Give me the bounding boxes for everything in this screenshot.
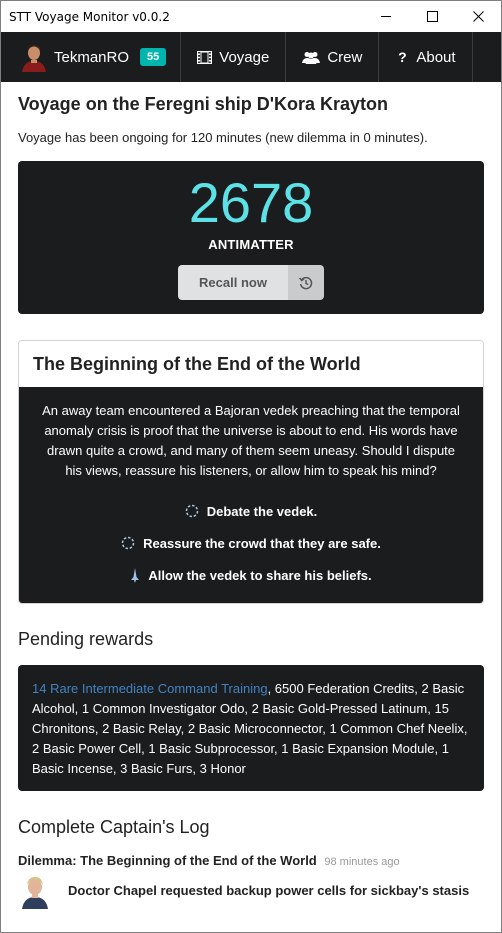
rewards-heading: Pending rewards	[18, 629, 154, 649]
choice-allow[interactable]: Allow the vedek to share his beliefs.	[37, 559, 465, 591]
dilemma-choices: Debate the vedek. Reassure the crowd tha…	[37, 495, 465, 591]
antimatter-label: ANTIMATTER	[208, 237, 294, 252]
nav-voyage-label: Voyage	[219, 48, 270, 66]
question-icon: ?	[398, 49, 407, 65]
choice-label: Reassure the crowd that they are safe.	[143, 535, 381, 551]
maximize-icon	[426, 11, 438, 22]
dilemma-title: The Beginning of the End of the World	[19, 341, 483, 387]
title-bar[interactable]: STT Voyage Monitor v0.0.2	[1, 1, 501, 32]
spinner-icon	[121, 536, 135, 550]
history-icon	[299, 276, 313, 289]
dilemma-card: The Beginning of the End of the World An…	[18, 340, 484, 604]
rewards-panel: 14 Rare Intermediate Command Training, 6…	[18, 665, 484, 791]
navbar: TekmanRO 55 Voyage Crew ? About	[1, 32, 501, 82]
minimize-icon	[380, 16, 391, 17]
nav-about[interactable]: ? About	[379, 32, 473, 82]
nav-crew[interactable]: Crew	[286, 32, 380, 82]
recall-button-group: Recall now	[178, 265, 324, 300]
voyage-status: Voyage has been ongoing for 120 minutes …	[18, 130, 428, 145]
log-entry: Doctor Chapel requested backup power cel…	[18, 875, 484, 909]
log-dilemma-time: 98 minutes ago	[324, 856, 400, 868]
minimize-button[interactable]	[363, 1, 409, 32]
maximize-button[interactable]	[409, 1, 455, 32]
log-heading: Complete Captain's Log	[18, 817, 210, 837]
log-dilemma: Dilemma: The Beginning of the End of the…	[18, 853, 484, 868]
choice-debate[interactable]: Debate the vedek.	[37, 495, 465, 527]
antimatter-panel: 2678 ANTIMATTER Recall now	[18, 161, 484, 314]
profile-menu[interactable]: TekmanRO 55	[1, 32, 182, 82]
voyage-heading: Voyage on the Feregni ship D'Kora Krayto…	[18, 94, 389, 114]
log-dilemma-title: Dilemma: The Beginning of the End of the…	[18, 853, 317, 868]
choice-label: Allow the vedek to share his beliefs.	[148, 567, 372, 583]
username: TekmanRO	[54, 48, 130, 66]
choice-reassure[interactable]: Reassure the crowd that they are safe.	[37, 527, 465, 559]
app-window: STT Voyage Monitor v0.0.2 TekmanRO 55 Vo…	[0, 0, 502, 933]
dilemma-body: An away team encountered a Bajoran vedek…	[19, 387, 483, 603]
users-icon	[302, 51, 321, 64]
film-icon	[197, 50, 213, 64]
dilemma-text: An away team encountered a Bajoran vedek…	[42, 403, 460, 478]
nav-about-label: About	[416, 48, 456, 66]
nav-voyage[interactable]: Voyage	[181, 32, 287, 82]
level-badge: 55	[140, 48, 167, 66]
close-icon	[472, 11, 484, 22]
reward-link[interactable]: 14 Rare Intermediate Command Training	[32, 681, 268, 696]
user-avatar	[19, 42, 49, 72]
recall-button[interactable]: Recall now	[178, 265, 288, 300]
spinner-icon	[185, 504, 199, 518]
choice-label: Debate the vedek.	[206, 503, 318, 519]
close-button[interactable]	[455, 1, 501, 32]
log-entry-text: Doctor Chapel requested backup power cel…	[68, 883, 470, 898]
crew-avatar	[20, 875, 50, 909]
recall-history-button[interactable]	[288, 265, 324, 300]
ship-icon	[130, 567, 140, 583]
window-title: STT Voyage Monitor v0.0.2	[9, 9, 170, 24]
nav-crew-label: Crew	[327, 48, 363, 66]
antimatter-value: 2678	[188, 171, 314, 234]
main-content: Voyage on the Feregni ship D'Kora Krayto…	[1, 94, 501, 909]
